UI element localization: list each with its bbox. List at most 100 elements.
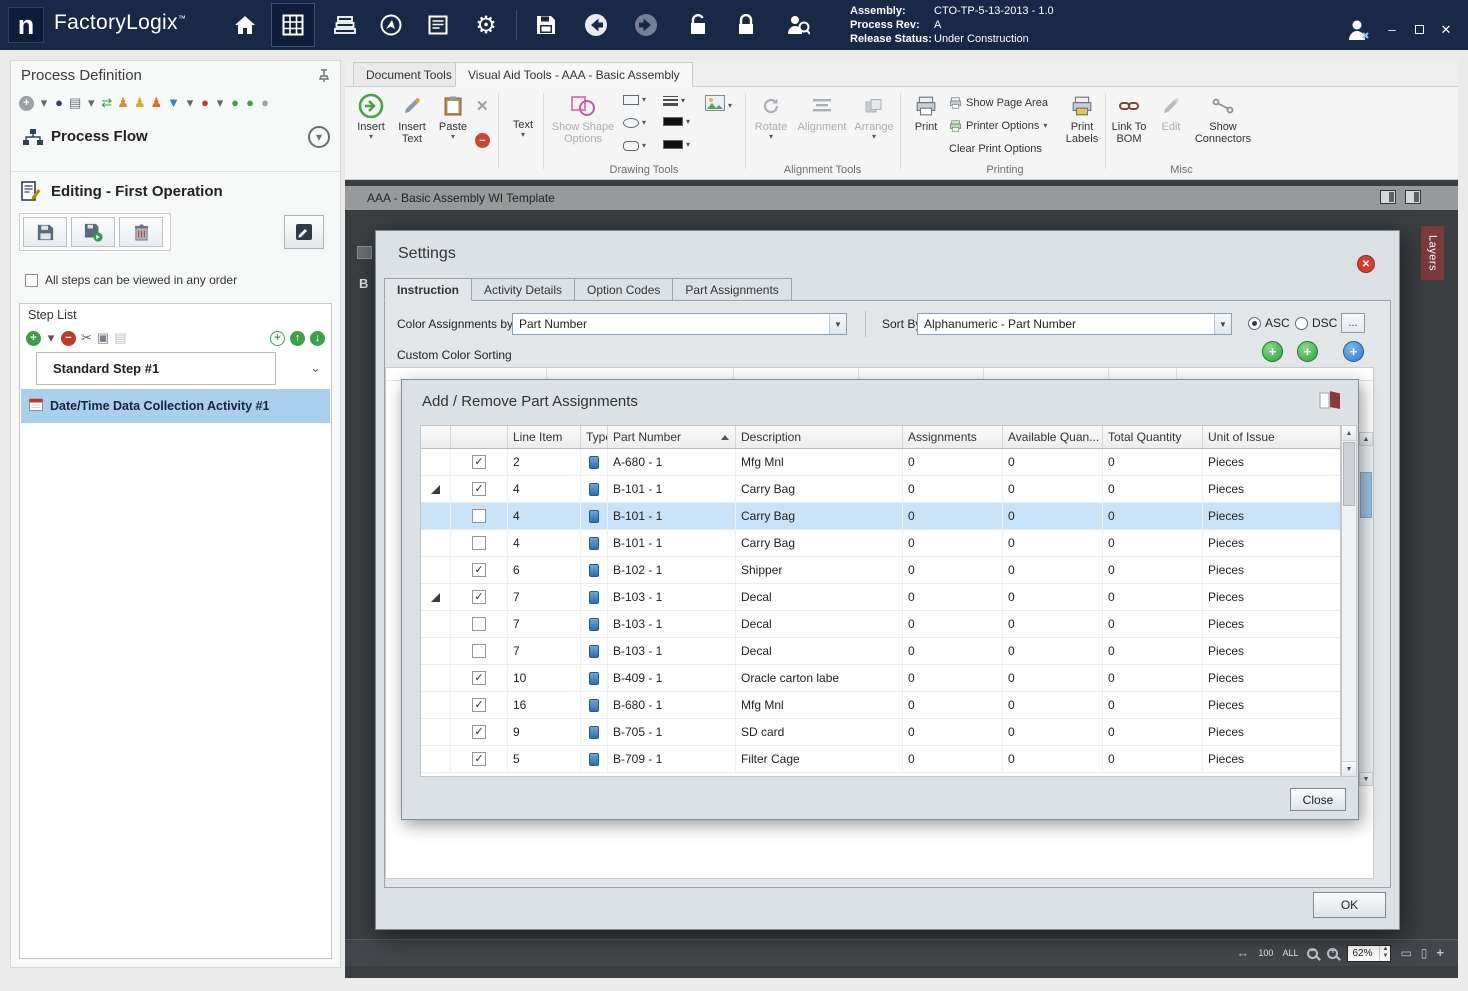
paste-step-icon[interactable]: ▤ <box>114 330 126 346</box>
show-page-area-button[interactable]: Show Page Area <box>949 97 1048 109</box>
forward-icon[interactable] <box>624 3 668 47</box>
pin-icon[interactable] <box>318 69 330 88</box>
part-table-row[interactable]: 7B-103 - 1Decal000Pieces <box>421 638 1340 665</box>
rotate-button[interactable]: Rotate ▾ <box>750 91 792 141</box>
scrollbar-thumb[interactable] <box>1343 442 1355 506</box>
zoom-add-icon[interactable] <box>1436 944 1444 962</box>
row-checkbox[interactable]: ✓ <box>472 455 486 469</box>
home-icon[interactable] <box>223 3 267 47</box>
documents-icon[interactable] <box>323 3 367 47</box>
line-weight-dropdown[interactable]: ▾ <box>663 94 685 108</box>
expanded-icon[interactable] <box>431 593 440 602</box>
part-table-row[interactable]: 4B-101 - 1Carry Bag000Pieces <box>421 530 1340 557</box>
color-table-scrollbar[interactable]: ▲ ▼ <box>1358 432 1373 786</box>
zoom-in-icon[interactable]: + <box>1327 948 1338 959</box>
tab-document-tools[interactable]: Document Tools <box>353 62 465 87</box>
reports-icon[interactable] <box>416 3 460 47</box>
row-checkbox-cell[interactable]: ✓ <box>451 449 508 475</box>
add-part-assignment-button[interactable]: + <box>1343 341 1364 362</box>
settings-close-icon[interactable]: ✕ <box>1357 255 1375 273</box>
line-color-dropdown[interactable]: ▾ <box>663 117 690 126</box>
row-checkbox[interactable]: ✓ <box>472 482 486 496</box>
checkbox-column-header[interactable] <box>451 426 508 448</box>
print-button[interactable]: Print <box>907 91 945 133</box>
caret-icon[interactable]: ▾ <box>39 95 49 111</box>
back-icon[interactable] <box>574 3 618 47</box>
minimize-button[interactable]: – <box>1382 22 1402 37</box>
user-logout-icon[interactable] <box>1336 8 1380 52</box>
part-table-row[interactable]: ✓6B-102 - 1Shipper000Pieces <box>421 557 1340 584</box>
sync-icon[interactable]: ⇄ <box>101 95 112 111</box>
part-table-row[interactable]: ✓2A-680 - 1Mfg Mnl000Pieces <box>421 449 1340 476</box>
any-order-checkbox[interactable] <box>25 274 38 287</box>
tab-option-codes[interactable]: Option Codes <box>575 278 673 301</box>
remove-icon[interactable]: − <box>475 133 490 148</box>
cut-step-icon[interactable]: ✂ <box>81 330 92 346</box>
tab-instruction[interactable]: Instruction <box>384 278 472 301</box>
unlock-icon[interactable] <box>676 3 720 47</box>
row-checkbox[interactable] <box>472 536 486 550</box>
ok-button[interactable]: OK <box>1313 892 1386 918</box>
link-to-bom-button[interactable]: Link To BOM <box>1108 91 1150 145</box>
row-checkbox-cell[interactable] <box>451 638 508 664</box>
part-table-row[interactable]: ✓10B-409 - 1Oracle carton labe000Pieces <box>421 665 1340 692</box>
navigate-icon[interactable] <box>369 3 413 47</box>
row-checkbox-cell[interactable] <box>451 530 508 556</box>
collapse-flow-button[interactable]: ▾ <box>308 126 330 148</box>
row-checkbox[interactable]: ✓ <box>472 725 486 739</box>
col-total-quantity[interactable]: Total Quantity <box>1103 426 1203 448</box>
layers-panel-icon[interactable] <box>1405 190 1421 204</box>
part-table-row[interactable]: ✓16B-680 - 1Mfg Mnl000Pieces <box>421 692 1340 719</box>
clear-print-options-button[interactable]: Clear Print Options <box>949 143 1042 155</box>
col-type[interactable]: Type <box>581 426 608 448</box>
fill-color-dropdown[interactable]: ▾ <box>663 140 690 149</box>
add-icon[interactable]: + <box>19 96 34 111</box>
col-assignments[interactable]: Assignments <box>903 426 1003 448</box>
delete-operation-button[interactable] <box>119 217 163 247</box>
row-checkbox-cell[interactable] <box>451 503 508 529</box>
part-table-row[interactable]: ✓9B-705 - 1SD card000Pieces <box>421 719 1340 746</box>
pan-icon[interactable] <box>1236 944 1249 962</box>
row-checkbox[interactable]: ✓ <box>472 752 486 766</box>
tab-activity-details[interactable]: Activity Details <box>472 278 575 301</box>
col-available-quantity[interactable]: Available Quan... <box>1003 426 1103 448</box>
dsc-radio[interactable] <box>1295 317 1308 330</box>
any-order-option[interactable]: All steps can be viewed in any order <box>25 273 237 287</box>
insert-button[interactable]: Insert ▾ <box>352 91 390 141</box>
row-checkbox[interactable]: ✓ <box>472 671 486 685</box>
row-checkbox-cell[interactable]: ✓ <box>451 557 508 583</box>
col-part-number[interactable]: Part Number <box>608 426 736 448</box>
ellipse-tool-dropdown[interactable]: ▾ <box>623 118 646 128</box>
bom-book-icon[interactable] <box>1318 390 1342 415</box>
part-table-row[interactable]: 4B-101 - 1Carry Bag000Pieces <box>421 503 1340 530</box>
scroll-up-icon[interactable]: ▲ <box>1342 426 1356 441</box>
move-down-icon[interactable]: ↓ <box>310 331 325 346</box>
asc-radio[interactable] <box>1248 317 1261 330</box>
layers-flyout-tab[interactable]: Layers <box>1421 226 1444 280</box>
maximize-button[interactable] <box>1409 22 1429 37</box>
move-up-icon[interactable]: ↑ <box>290 331 305 346</box>
row-checkbox[interactable]: ✓ <box>472 590 486 604</box>
show-connectors-button[interactable]: Show Connectors <box>1192 91 1254 145</box>
dropdown-arrow-icon[interactable]: ▼ <box>829 314 846 334</box>
record-icon[interactable]: ● <box>200 95 210 111</box>
zoom-steps-icon[interactable]: + <box>270 331 285 346</box>
add-step-icon[interactable]: + <box>26 331 41 346</box>
process-definition-icon[interactable] <box>271 3 315 47</box>
color-assignments-dropdown[interactable]: Part Number ▼ <box>512 313 847 335</box>
row-checkbox-cell[interactable] <box>451 611 508 637</box>
edit-mode-toggle-button[interactable] <box>284 215 324 249</box>
copy-step-icon[interactable]: ▣ <box>97 330 109 346</box>
sort-by-dropdown[interactable]: Alphanumeric - Part Number ▼ <box>917 313 1232 335</box>
rectangle-tool-dropdown[interactable]: ▾ <box>623 95 646 105</box>
row-checkbox-cell[interactable]: ✓ <box>451 719 508 745</box>
caret-icon[interactable]: ▾ <box>86 95 96 111</box>
caret-icon[interactable]: ▾ <box>215 95 225 111</box>
row-expander-cell[interactable] <box>421 584 451 610</box>
arrange-button[interactable]: Arrange ▾ <box>851 91 897 141</box>
save-operation-button[interactable] <box>23 217 67 247</box>
row-checkbox-cell[interactable]: ✓ <box>451 746 508 772</box>
row-checkbox[interactable] <box>472 644 486 658</box>
col-unit-of-issue[interactable]: Unit of Issue <box>1203 426 1340 448</box>
printer-options-button[interactable]: Printer Options ▾ <box>949 120 1047 132</box>
